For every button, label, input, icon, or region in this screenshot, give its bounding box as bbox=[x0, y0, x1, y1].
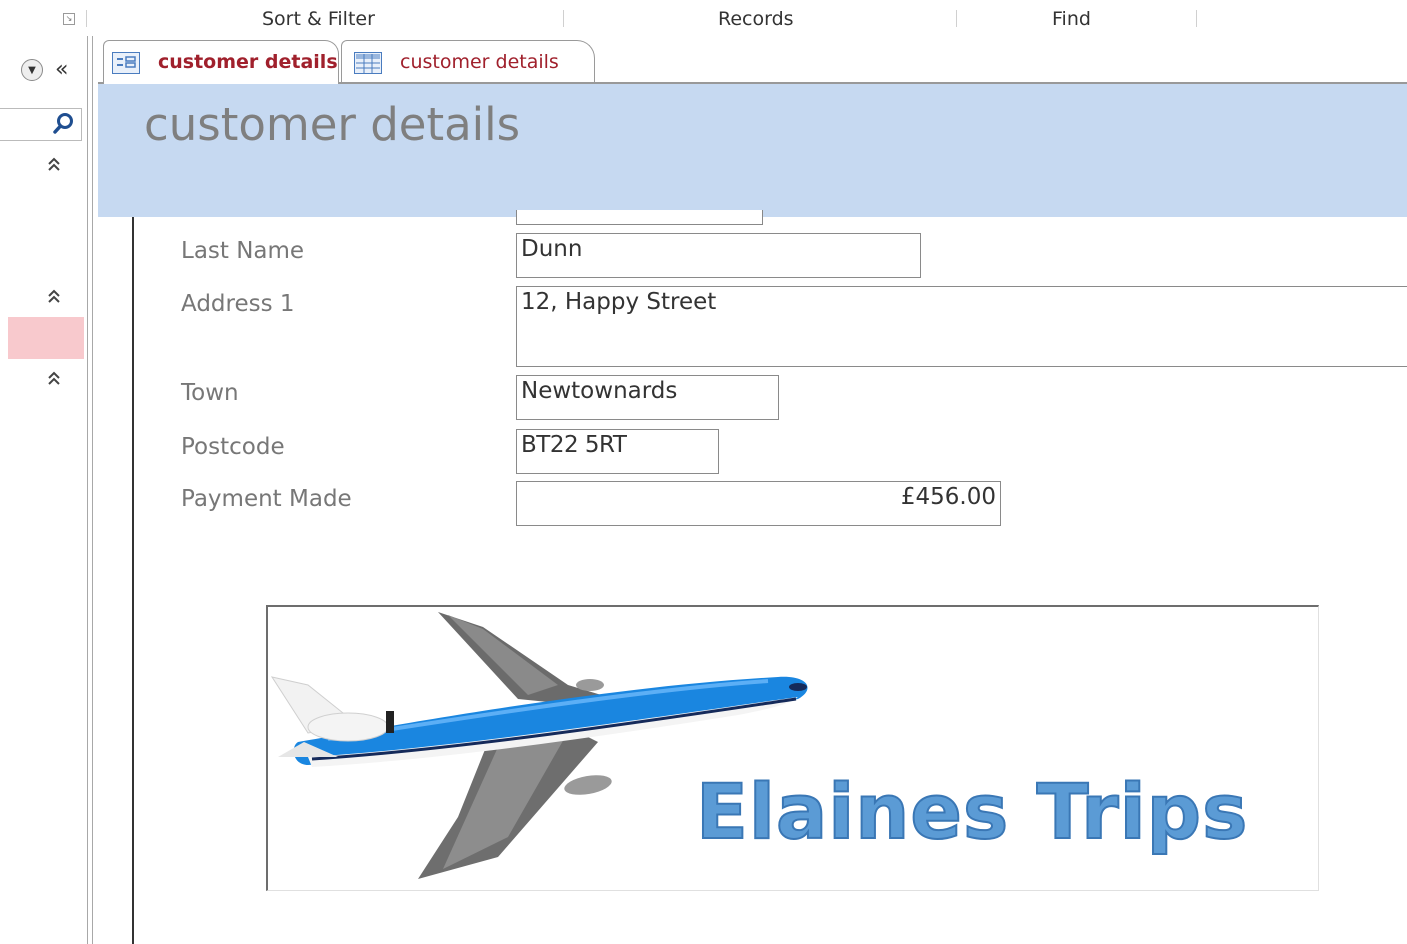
postcode-field[interactable]: BT22 5RT bbox=[516, 429, 719, 474]
dialog-launcher-icon[interactable]: ↘ bbox=[63, 13, 75, 25]
search-icon[interactable] bbox=[52, 112, 74, 141]
collapse-section-icon[interactable] bbox=[47, 370, 61, 391]
partial-field-box[interactable] bbox=[516, 210, 763, 225]
payment-made-field[interactable]: £456.00 bbox=[516, 481, 1001, 526]
ribbon-group-labels: ↘ Sort & Filter Records Find bbox=[0, 0, 1407, 36]
table-icon bbox=[354, 52, 382, 74]
form-header: customer details bbox=[98, 84, 1407, 217]
ribbon-group-find: Find bbox=[1052, 8, 1091, 30]
tab-customer-details-form[interactable]: customer details bbox=[103, 40, 339, 84]
tab-customer-details-datasheet[interactable]: customer details bbox=[341, 40, 595, 82]
ribbon-separator bbox=[956, 10, 957, 27]
nav-pane-border bbox=[87, 36, 88, 944]
label-town: Town bbox=[181, 380, 239, 406]
town-field[interactable]: Newtownards bbox=[516, 375, 779, 420]
form-icon bbox=[112, 52, 140, 74]
tab-label: customer details bbox=[400, 51, 559, 73]
last-name-field[interactable]: Dunn bbox=[516, 233, 921, 278]
nav-pane-border bbox=[92, 36, 93, 944]
chevron-down-icon[interactable]: ▼ bbox=[21, 59, 43, 81]
collapse-section-icon[interactable] bbox=[47, 156, 61, 177]
record-selector-bar[interactable] bbox=[132, 217, 134, 944]
address-1-field[interactable]: 12, Happy Street bbox=[516, 286, 1407, 367]
ribbon-separator bbox=[1196, 10, 1197, 27]
ribbon-group-sort-filter: Sort & Filter bbox=[262, 8, 375, 30]
collapse-nav-icon[interactable]: « bbox=[55, 57, 68, 82]
label-postcode: Postcode bbox=[181, 434, 285, 460]
ribbon-group-records: Records bbox=[718, 8, 794, 30]
logo-picture: Elaines Trips bbox=[266, 605, 1319, 891]
navigation-pane bbox=[0, 36, 90, 944]
logo-text: Elaines Trips bbox=[695, 766, 1249, 857]
label-address-1: Address 1 bbox=[181, 291, 295, 317]
label-payment-made: Payment Made bbox=[181, 486, 352, 512]
tab-label: customer details bbox=[158, 51, 338, 73]
form-title: customer details bbox=[144, 98, 521, 151]
collapse-section-icon[interactable] bbox=[47, 288, 61, 309]
label-last-name: Last Name bbox=[181, 238, 305, 264]
ribbon-separator bbox=[563, 10, 564, 27]
nav-selected-item[interactable] bbox=[8, 317, 84, 359]
ribbon-separator bbox=[86, 10, 87, 27]
